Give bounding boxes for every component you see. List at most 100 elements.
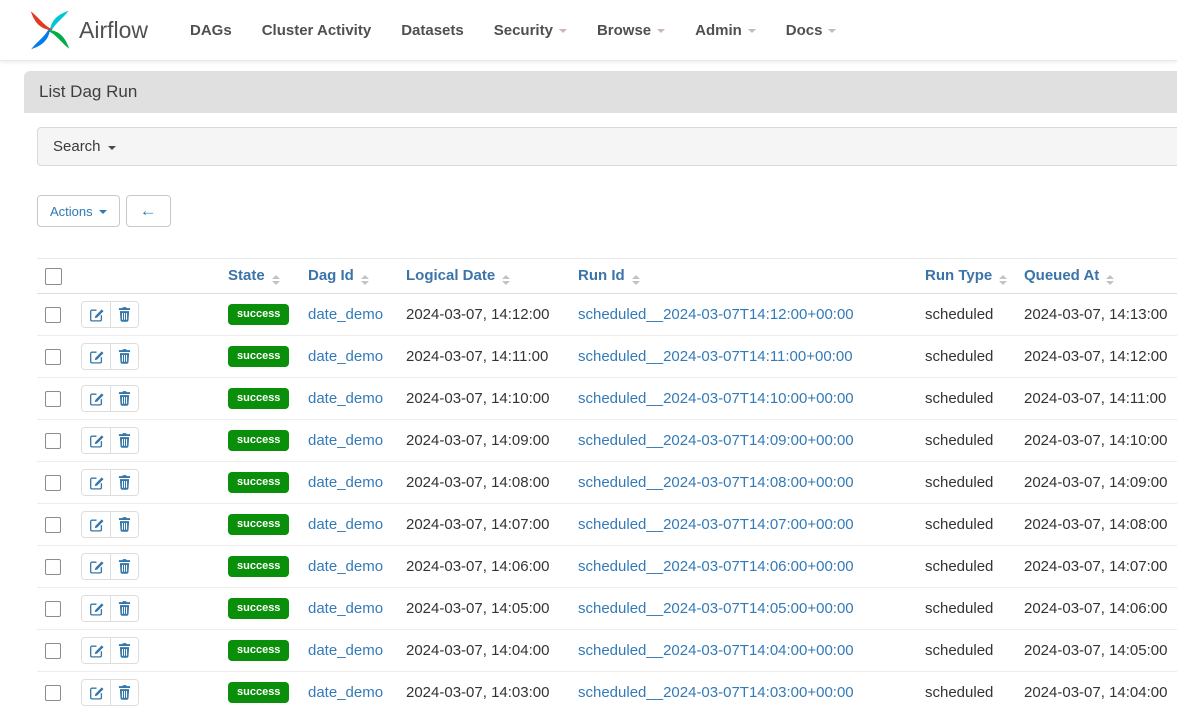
dag-id-link[interactable]: date_demo: [308, 348, 383, 365]
run-type-cell: scheduled: [917, 378, 1016, 420]
edit-button[interactable]: [82, 470, 110, 495]
row-checkbox[interactable]: [45, 433, 61, 449]
nav-item-dags[interactable]: DAGs: [175, 12, 247, 49]
table-row: success date_demo 2024-03-07, 14:12:00 s…: [37, 294, 1177, 336]
queued-at-cell: 2024-03-07, 14:13:00: [1016, 294, 1177, 336]
table-row: success date_demo 2024-03-07, 14:11:00 s…: [37, 336, 1177, 378]
trash-icon: [118, 433, 131, 448]
nav-item-browse[interactable]: Browse: [582, 12, 680, 49]
row-checkbox[interactable]: [45, 475, 61, 491]
queued-at-cell: 2024-03-07, 14:04:00: [1016, 672, 1177, 713]
edit-button[interactable]: [82, 638, 110, 663]
trash-icon: [118, 601, 131, 616]
toolbar: Actions ←: [37, 195, 1177, 227]
row-checkbox[interactable]: [45, 391, 61, 407]
nav-item-label: Docs: [786, 22, 823, 39]
column-header-queued-at[interactable]: Queued At: [1016, 259, 1177, 294]
edit-button[interactable]: [82, 428, 110, 453]
nav-item-security[interactable]: Security: [479, 12, 582, 49]
queued-at-cell: 2024-03-07, 14:08:00: [1016, 504, 1177, 546]
dag-id-link[interactable]: date_demo: [308, 516, 383, 533]
delete-button[interactable]: [110, 680, 138, 705]
queued-at-cell: 2024-03-07, 14:05:00: [1016, 630, 1177, 672]
run-type-cell: scheduled: [917, 630, 1016, 672]
edit-icon: [89, 391, 104, 406]
nav-item-label: Security: [494, 22, 553, 39]
row-checkbox[interactable]: [45, 559, 61, 575]
edit-button[interactable]: [82, 680, 110, 705]
dag-id-link[interactable]: date_demo: [308, 432, 383, 449]
run-id-link[interactable]: scheduled__2024-03-07T14:07:00+00:00: [578, 516, 854, 533]
delete-button[interactable]: [110, 470, 138, 495]
arrow-left-icon: ←: [140, 201, 157, 221]
edit-button[interactable]: [82, 386, 110, 411]
trash-icon: [118, 685, 131, 700]
actions-column-header: [73, 259, 220, 294]
dag-id-link[interactable]: date_demo: [308, 474, 383, 491]
dag-id-link[interactable]: date_demo: [308, 390, 383, 407]
edit-icon: [89, 307, 104, 322]
table-row: success date_demo 2024-03-07, 14:05:00 s…: [37, 588, 1177, 630]
run-id-link[interactable]: scheduled__2024-03-07T14:10:00+00:00: [578, 390, 854, 407]
dag-id-link[interactable]: date_demo: [308, 642, 383, 659]
select-all-checkbox[interactable]: [45, 268, 62, 285]
main-content: List Dag Run Search Actions ←: [24, 71, 1177, 713]
delete-button[interactable]: [110, 554, 138, 579]
row-checkbox[interactable]: [45, 643, 61, 659]
edit-button[interactable]: [82, 554, 110, 579]
chevron-down-icon: [828, 29, 836, 33]
dag-id-link[interactable]: date_demo: [308, 684, 383, 701]
nav-item-admin[interactable]: Admin: [680, 12, 771, 49]
delete-button[interactable]: [110, 428, 138, 453]
column-header-state[interactable]: State: [220, 259, 300, 294]
row-checkbox[interactable]: [45, 601, 61, 617]
state-badge: success: [228, 556, 289, 577]
nav-item-cluster-activity[interactable]: Cluster Activity: [247, 12, 386, 49]
nav-item-label: DAGs: [190, 22, 232, 39]
row-checkbox[interactable]: [45, 517, 61, 533]
trash-icon: [118, 559, 131, 574]
row-checkbox[interactable]: [45, 685, 61, 701]
run-id-link[interactable]: scheduled__2024-03-07T14:04:00+00:00: [578, 642, 854, 659]
actions-button[interactable]: Actions: [37, 195, 120, 227]
nav-item-datasets[interactable]: Datasets: [386, 12, 479, 49]
delete-button[interactable]: [110, 386, 138, 411]
table-row: success date_demo 2024-03-07, 14:06:00 s…: [37, 546, 1177, 588]
row-checkbox[interactable]: [45, 307, 61, 323]
delete-button[interactable]: [110, 344, 138, 369]
delete-button[interactable]: [110, 302, 138, 327]
column-header-run-id[interactable]: Run Id: [570, 259, 917, 294]
column-header-dag-id[interactable]: Dag Id: [300, 259, 398, 294]
delete-button[interactable]: [110, 638, 138, 663]
dag-id-link[interactable]: date_demo: [308, 600, 383, 617]
run-id-link[interactable]: scheduled__2024-03-07T14:06:00+00:00: [578, 558, 854, 575]
trash-icon: [118, 391, 131, 406]
state-badge: success: [228, 472, 289, 493]
run-id-link[interactable]: scheduled__2024-03-07T14:05:00+00:00: [578, 600, 854, 617]
nav-item-docs[interactable]: Docs: [771, 12, 852, 49]
sort-icon: [361, 275, 369, 285]
run-id-link[interactable]: scheduled__2024-03-07T14:03:00+00:00: [578, 684, 854, 701]
edit-button[interactable]: [82, 302, 110, 327]
back-button[interactable]: ←: [126, 195, 171, 227]
edit-button[interactable]: [82, 344, 110, 369]
run-id-link[interactable]: scheduled__2024-03-07T14:11:00+00:00: [578, 348, 853, 365]
run-id-link[interactable]: scheduled__2024-03-07T14:08:00+00:00: [578, 474, 854, 491]
row-checkbox[interactable]: [45, 349, 61, 365]
top-navbar: Airflow DAGs Cluster Activity Datasets S…: [0, 0, 1177, 61]
run-id-link[interactable]: scheduled__2024-03-07T14:12:00+00:00: [578, 306, 854, 323]
dag-id-link[interactable]: date_demo: [308, 558, 383, 575]
table-row: success date_demo 2024-03-07, 14:08:00 s…: [37, 462, 1177, 504]
delete-button[interactable]: [110, 512, 138, 537]
column-header-logical-date[interactable]: Logical Date: [398, 259, 570, 294]
edit-button[interactable]: [82, 596, 110, 621]
edit-button[interactable]: [82, 512, 110, 537]
delete-button[interactable]: [110, 596, 138, 621]
search-dropdown[interactable]: Search: [37, 127, 1177, 166]
run-id-link[interactable]: scheduled__2024-03-07T14:09:00+00:00: [578, 432, 854, 449]
state-badge: success: [228, 346, 289, 367]
dag-id-link[interactable]: date_demo: [308, 306, 383, 323]
airflow-brand-link[interactable]: Airflow: [30, 10, 148, 50]
queued-at-cell: 2024-03-07, 14:10:00: [1016, 420, 1177, 462]
column-header-run-type[interactable]: Run Type: [917, 259, 1016, 294]
